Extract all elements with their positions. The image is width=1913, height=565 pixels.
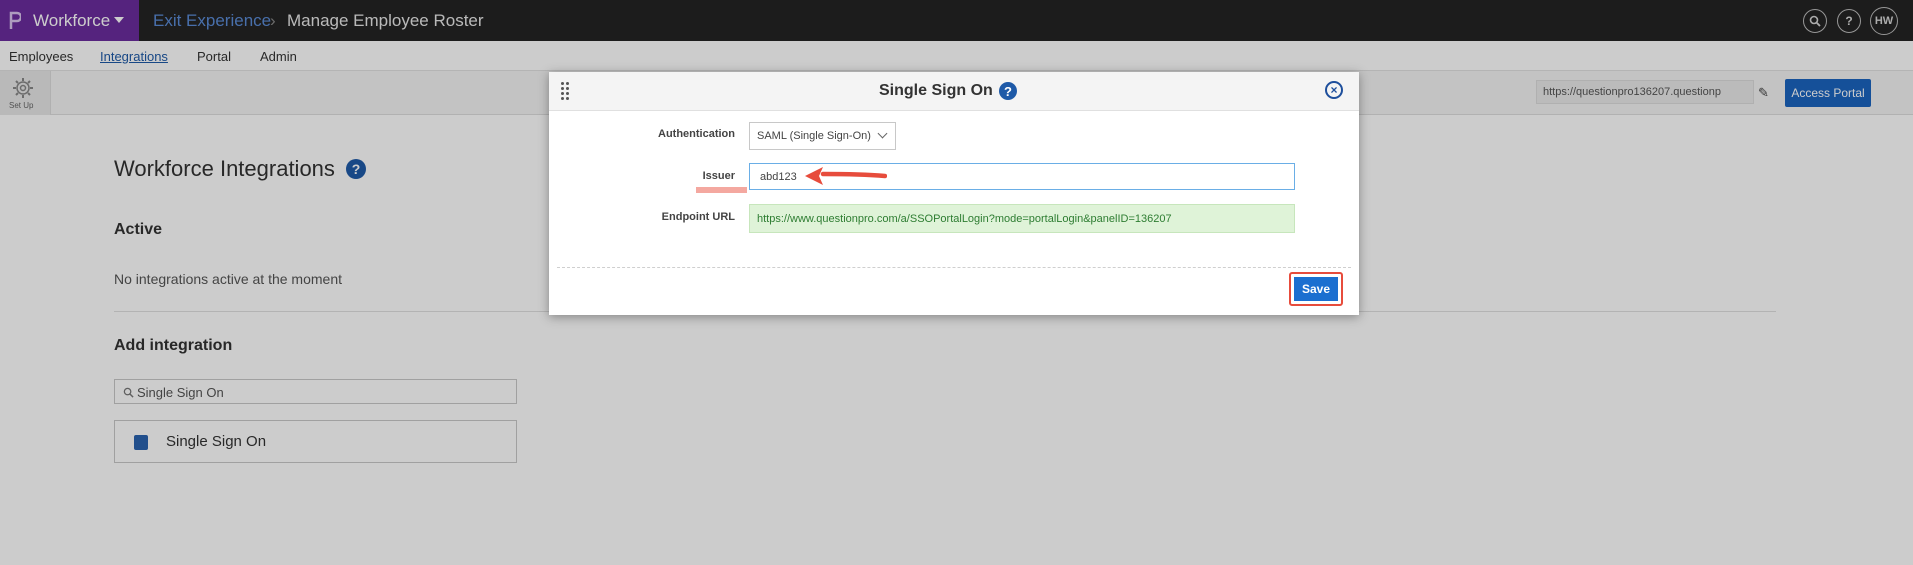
authentication-select[interactable]: SAML (Single Sign-On): [749, 122, 896, 150]
drag-handle-icon[interactable]: [561, 82, 571, 100]
issuer-highlight: [696, 187, 747, 193]
save-highlight: Save: [1289, 272, 1343, 306]
divider: [557, 267, 1351, 268]
single-sign-on-dialog: Single Sign On ? × Authentication SAML (…: [549, 72, 1359, 315]
chevron-down-icon: [877, 128, 888, 139]
endpoint-url-field: https://www.questionpro.com/a/SSOPortalL…: [749, 204, 1295, 233]
issuer-label: Issuer: [702, 170, 735, 182]
help-icon[interactable]: ?: [999, 82, 1017, 100]
close-icon[interactable]: ×: [1325, 81, 1343, 99]
dialog-title: Single Sign On: [879, 82, 993, 99]
save-button[interactable]: Save: [1294, 277, 1338, 301]
dialog-header: Single Sign On ? ×: [549, 72, 1359, 111]
authentication-label: Authentication: [658, 128, 735, 140]
authentication-value: SAML (Single Sign-On): [757, 130, 871, 142]
endpoint-url-label: Endpoint URL: [661, 211, 735, 223]
annotation-arrow-icon: [805, 167, 887, 185]
